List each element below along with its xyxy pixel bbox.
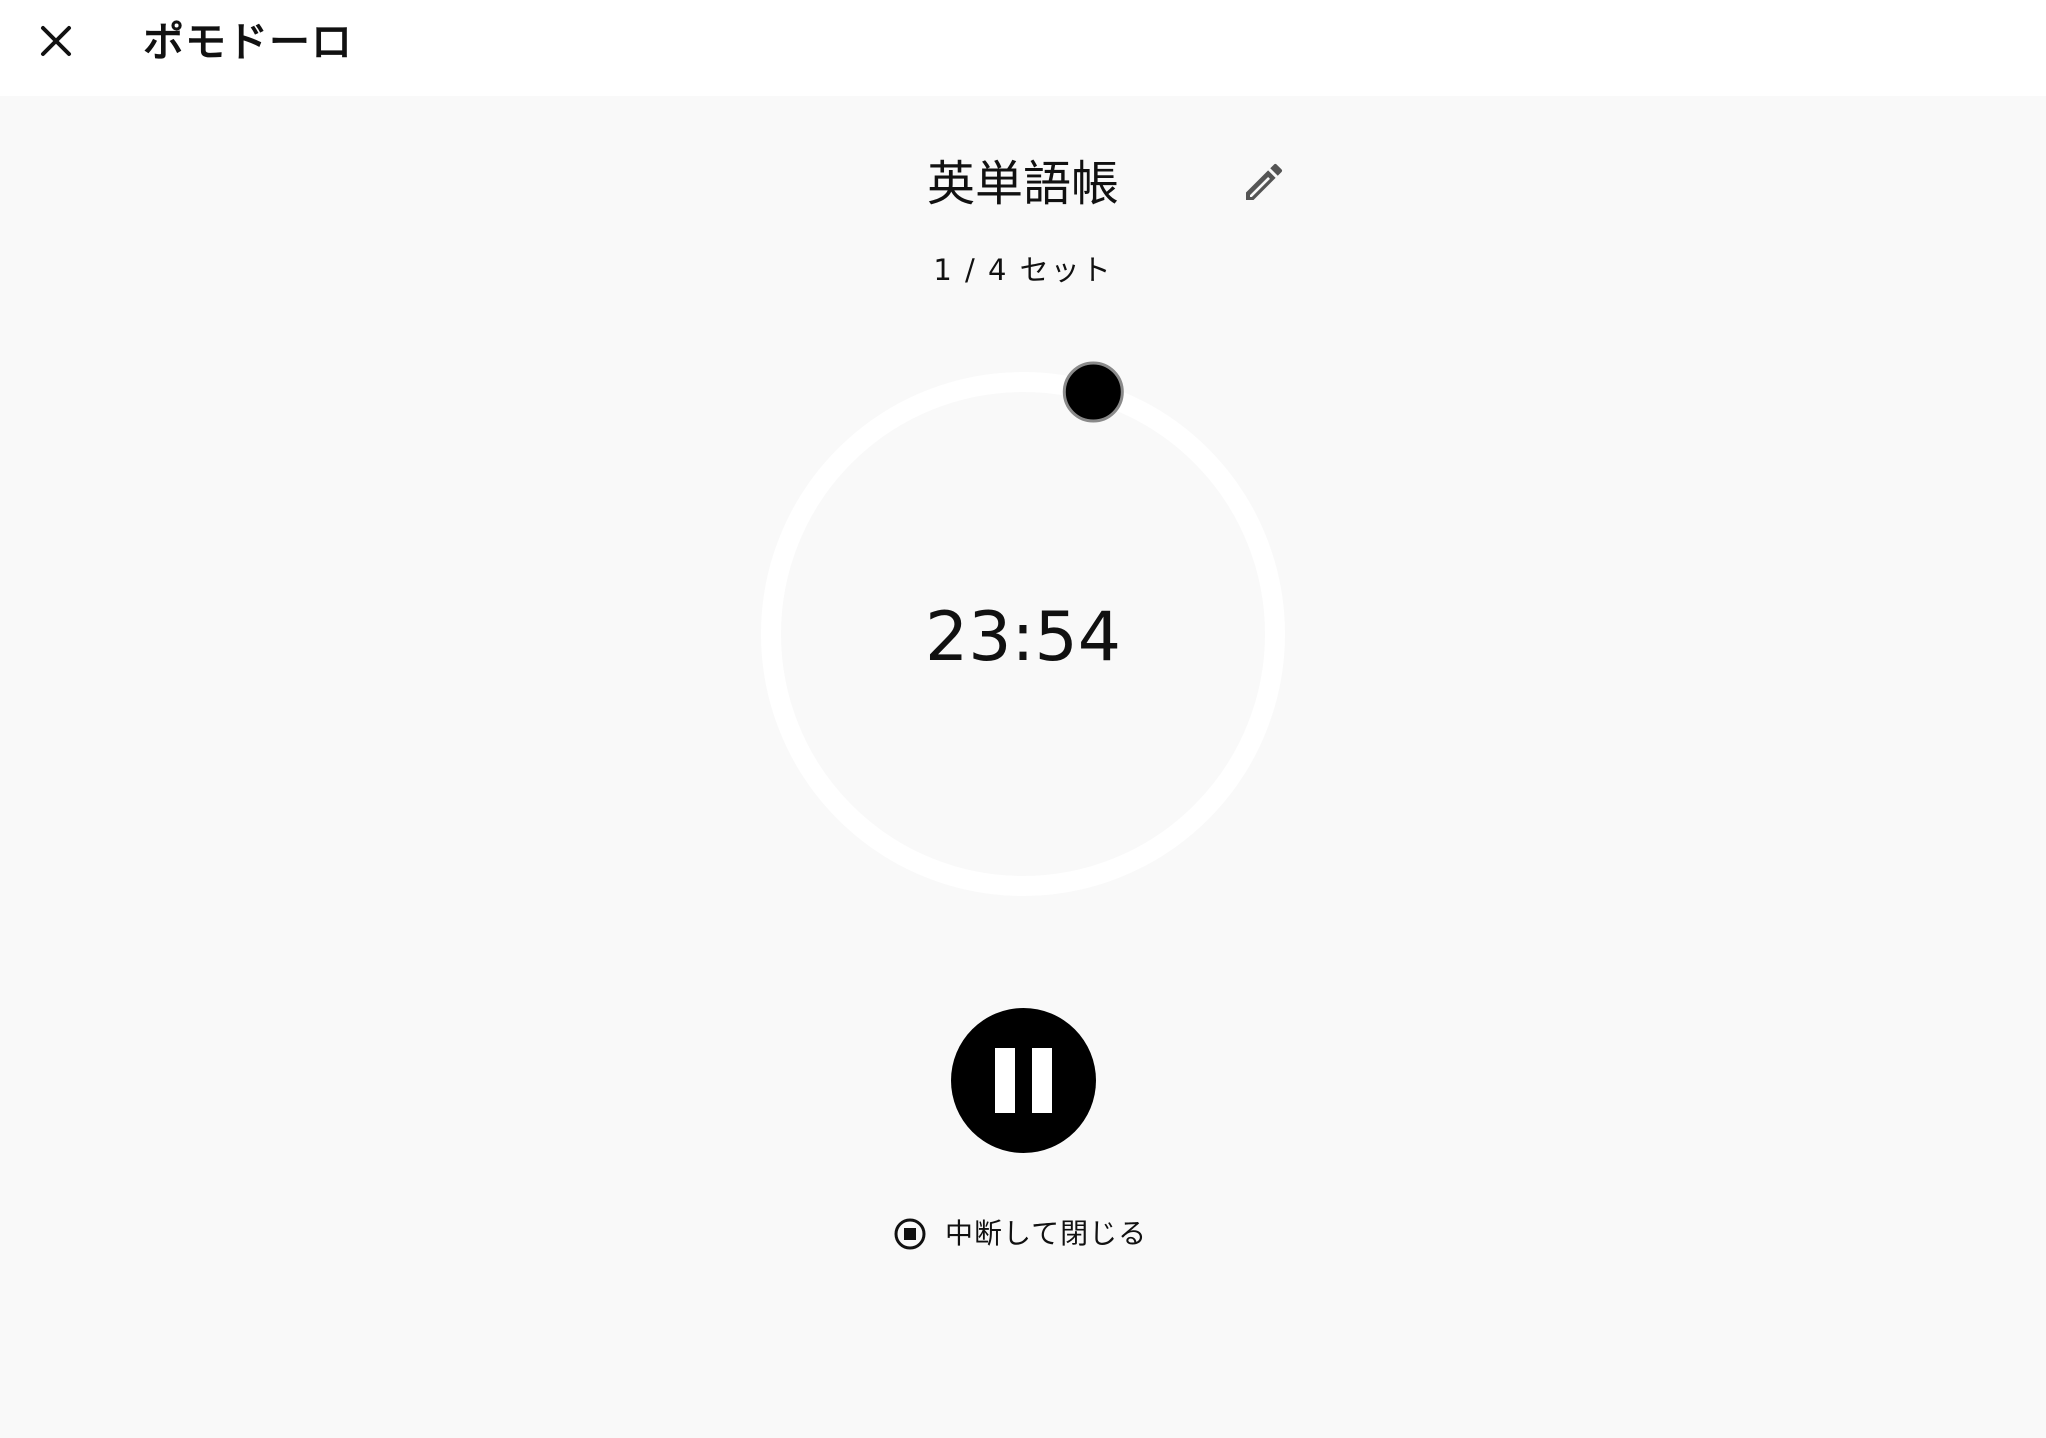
stop-circle-icon (894, 1218, 926, 1250)
pause-button[interactable] (951, 1008, 1096, 1153)
stop-and-close-label: 中断して閉じる (945, 1217, 1148, 1250)
close-icon (41, 26, 71, 56)
timer-progress-knob[interactable] (1062, 361, 1124, 423)
close-button[interactable] (30, 15, 82, 67)
edit-task-button[interactable] (1240, 158, 1288, 206)
pause-icon-bar (1032, 1048, 1052, 1113)
pomodoro-screen: ポモドーロ 英単語帳 1 / 4 セット 23:54 中断して閉じる (0, 0, 2046, 1438)
stop-and-close-button[interactable]: 中断して閉じる (893, 1212, 1147, 1256)
task-title: 英単語帳 (926, 156, 1119, 212)
pencil-icon (1246, 163, 1283, 200)
pause-icon (995, 1048, 1015, 1113)
page-title: ポモドーロ (143, 18, 353, 66)
remaining-time: 23:54 (925, 598, 1121, 677)
top-bar: ポモドーロ (0, 0, 2046, 96)
set-counter: 1 / 4 セット (933, 253, 1113, 287)
